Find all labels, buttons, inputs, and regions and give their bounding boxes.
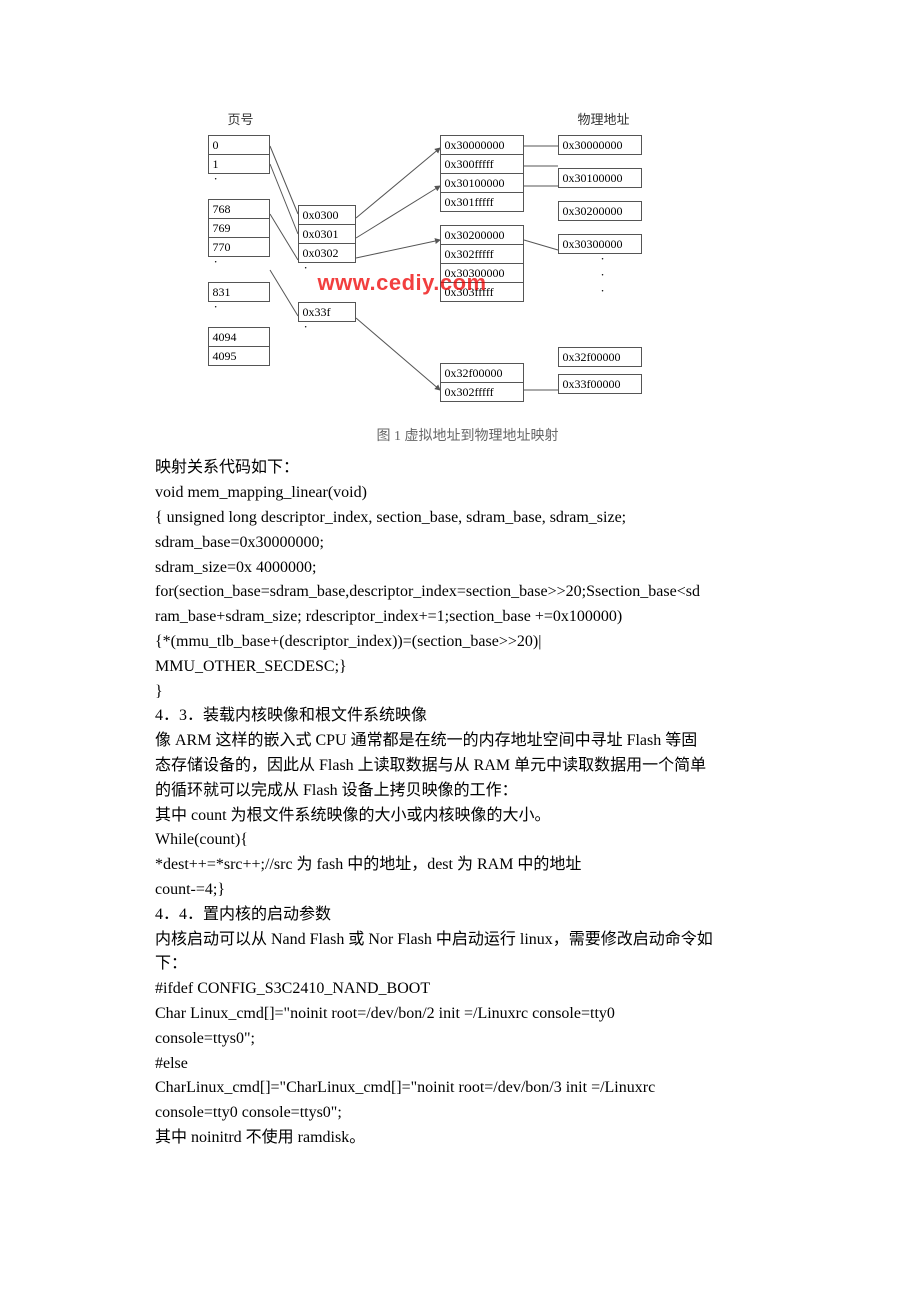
line: 映射关系代码如下： xyxy=(155,456,775,481)
line: #else xyxy=(155,1052,775,1077)
cell: 0x30200000 xyxy=(558,201,642,221)
line: console=tty0 console=ttys0"; xyxy=(155,1101,775,1126)
cell: 4095 xyxy=(208,346,270,366)
cell: 0x30000000 xyxy=(440,135,524,155)
body-text: 映射关系代码如下： void mem_mapping_linear(void) … xyxy=(155,456,775,1150)
dots: · xyxy=(208,256,270,272)
cell: 0x30200000 xyxy=(440,225,524,245)
line: 态存储设备的，因此从 Flash 上读取数据与从 RAM 单元中读取数据用一个简… xyxy=(155,754,775,779)
page: 页号 物理地址 xyxy=(0,0,920,1231)
line: ram_base+sdram_size; rdescriptor_index+=… xyxy=(155,605,775,630)
line: MMU_OTHER_SECDESC;} xyxy=(155,655,775,680)
header-page-number: 页号 xyxy=(228,110,254,131)
cell: 0x302fffff xyxy=(440,244,524,264)
line: count-=4;} xyxy=(155,878,775,903)
cell: 0x33f00000 xyxy=(558,374,642,394)
line: 下： xyxy=(155,952,775,977)
cell: 4094 xyxy=(208,327,270,347)
cell: 0x0301 xyxy=(298,224,356,244)
memory-mapping-diagram: 页号 物理地址 xyxy=(208,110,728,420)
line: 内核启动可以从 Nand Flash 或 Nor Flash 中启动运行 lin… xyxy=(155,928,775,953)
cell: 0x0300 xyxy=(298,205,356,225)
dots: · xyxy=(298,321,356,337)
line: for(section_base=sdram_base,descriptor_i… xyxy=(155,580,775,605)
cell: 0 xyxy=(208,135,270,155)
line: void mem_mapping_linear(void) xyxy=(155,481,775,506)
col-physical-addr: 0x30000000 0x30100000 0x30200000 0x30300… xyxy=(558,135,642,393)
line: *dest++=*src++;//src 为 fash 中的地址，dest 为 … xyxy=(155,853,775,878)
line: Char Linux_cmd[]="noinit root=/dev/bon/2… xyxy=(155,1002,775,1027)
dots xyxy=(440,301,524,317)
diagram-wrapper: 页号 物理地址 xyxy=(160,110,775,448)
watermark: www.cediy.com xyxy=(318,265,487,300)
cell: 0x300fffff xyxy=(440,154,524,174)
cell: 0x30000000 xyxy=(558,135,642,155)
figure-caption: 图 1 虚拟地址到物理地址映射 xyxy=(160,426,775,448)
line: 的循环就可以完成从 Flash 设备上拷贝映像的工作： xyxy=(155,779,775,804)
dots: · xyxy=(208,173,270,189)
line: { unsigned long descriptor_index, sectio… xyxy=(155,506,775,531)
line: CharLinux_cmd[]="CharLinux_cmd[]="noinit… xyxy=(155,1076,775,1101)
line: 其中 count 为根文件系统映像的大小或内核映像的大小。 xyxy=(155,804,775,829)
line: sdram_size=0x 4000000; xyxy=(155,556,775,581)
dots: · xyxy=(208,301,270,317)
cell: 768 xyxy=(208,199,270,219)
line: #ifdef CONFIG_S3C2410_NAND_BOOT xyxy=(155,977,775,1002)
dots: · xyxy=(558,285,642,301)
line: While(count){ xyxy=(155,828,775,853)
line: } xyxy=(155,680,775,705)
line: 4．4．置内核的启动参数 xyxy=(155,903,775,928)
cell: 0x301fffff xyxy=(440,192,524,212)
cell: 0x32f00000 xyxy=(558,347,642,367)
line: 其中 noinitrd 不使用 ramdisk。 xyxy=(155,1126,775,1151)
cell: 0x302fffff xyxy=(440,382,524,402)
cell: 769 xyxy=(208,218,270,238)
col-page-numbers: 0 1 · 768 769 770 · 831 · 4094 4095 xyxy=(208,135,270,365)
line: 像 ARM 这样的嵌入式 CPU 通常都是在统一的内存地址空间中寻址 Flash… xyxy=(155,729,775,754)
cell: 0x30100000 xyxy=(558,168,642,188)
cell: 0x32f00000 xyxy=(440,363,524,383)
line: 4．3．装载内核映像和根文件系统映像 xyxy=(155,704,775,729)
line: sdram_base=0x30000000; xyxy=(155,531,775,556)
cell: 0x30100000 xyxy=(440,173,524,193)
line: console=ttys0"; xyxy=(155,1027,775,1052)
line: {*(mmu_tlb_base+(descriptor_index))=(sec… xyxy=(155,630,775,655)
header-physical-addr: 物理地址 xyxy=(578,110,630,131)
